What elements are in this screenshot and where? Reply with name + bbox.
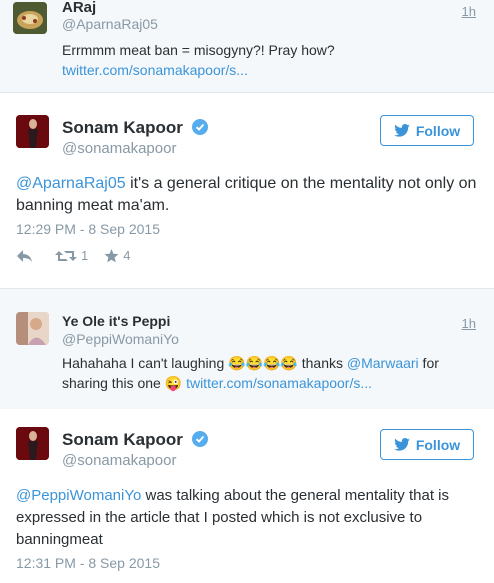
retweet-count: 1 (81, 248, 89, 263)
tweet-text: @PeppiWomaniYo was talking about the gen… (16, 485, 481, 551)
tweet-timestamp[interactable]: 12:31 PM - 8 Sep 2015 (16, 555, 160, 571)
author-handle[interactable]: @PeppiWomaniYo (62, 331, 179, 347)
tweet-actions: 1 4 (16, 248, 130, 263)
twitter-bird-icon (394, 438, 410, 451)
tweet-text-part: Hahahaha I can't laughing 😂😂😂😂 thanks (62, 355, 347, 371)
verified-icon (191, 119, 208, 135)
follow-label: Follow (415, 436, 461, 453)
author-name[interactable]: ARaj (62, 0, 96, 16)
mention-link[interactable]: @AparnaRaj05 (16, 175, 126, 192)
author-name[interactable]: Sonam Kapoor (62, 118, 208, 138)
follow-button[interactable]: Follow (380, 115, 474, 146)
mention-link[interactable]: @PeppiWomaniYo (16, 487, 141, 504)
avatar[interactable] (16, 115, 49, 148)
favorite-icon[interactable] (104, 248, 119, 263)
avatar[interactable] (13, 2, 47, 34)
avatar[interactable] (16, 427, 49, 460)
timestamp-link[interactable]: 1h (462, 316, 476, 331)
tweet-main: Sonam Kapoor @sonamakapoor Follow @Peppi… (0, 409, 494, 583)
follow-label: Follow (415, 122, 461, 139)
quoted-tweet[interactable]: ARaj @AparnaRaj05 1h Errmmm meat ban = m… (0, 0, 494, 93)
tweet-main: Sonam Kapoor @sonamakapoor Follow @Aparn… (0, 93, 494, 288)
tweet-text: Errmmm meat ban = misogyny?! Pray how? (62, 42, 335, 58)
mention-link[interactable]: @Marwaari (347, 355, 419, 371)
timestamp-link[interactable]: 1h (462, 4, 476, 19)
twitter-bird-icon (394, 124, 410, 137)
reply-icon[interactable] (16, 249, 33, 263)
author-handle[interactable]: @AparnaRaj05 (62, 16, 158, 32)
author-name[interactable]: Sonam Kapoor (62, 430, 208, 450)
author-name[interactable]: Ye Ole it's Peppi (62, 313, 170, 329)
tweet-text: @AparnaRaj05 it's a general critique on … (16, 173, 486, 217)
avatar[interactable] (16, 312, 49, 345)
favorite-count: 4 (123, 248, 131, 263)
verified-icon (191, 431, 208, 447)
author-handle[interactable]: @sonamakapoor (62, 452, 176, 469)
author-handle[interactable]: @sonamakapoor (62, 140, 176, 157)
author-name-text: Sonam Kapoor (62, 118, 183, 137)
reply-tweet[interactable]: Ye Ole it's Peppi @PeppiWomaniYo 1h Haha… (0, 288, 494, 410)
tweet-timestamp[interactable]: 12:29 PM - 8 Sep 2015 (16, 221, 160, 237)
retweet-icon[interactable] (55, 249, 77, 263)
tweet-text: Hahahaha I can't laughing 😂😂😂😂 thanks @M… (62, 353, 482, 393)
tweet-link[interactable]: twitter.com/sonamakapoor/s... (62, 62, 248, 78)
author-name-text: Sonam Kapoor (62, 430, 183, 449)
tweet-link[interactable]: twitter.com/sonamakapoor/s... (186, 375, 372, 391)
follow-button[interactable]: Follow (380, 429, 474, 460)
